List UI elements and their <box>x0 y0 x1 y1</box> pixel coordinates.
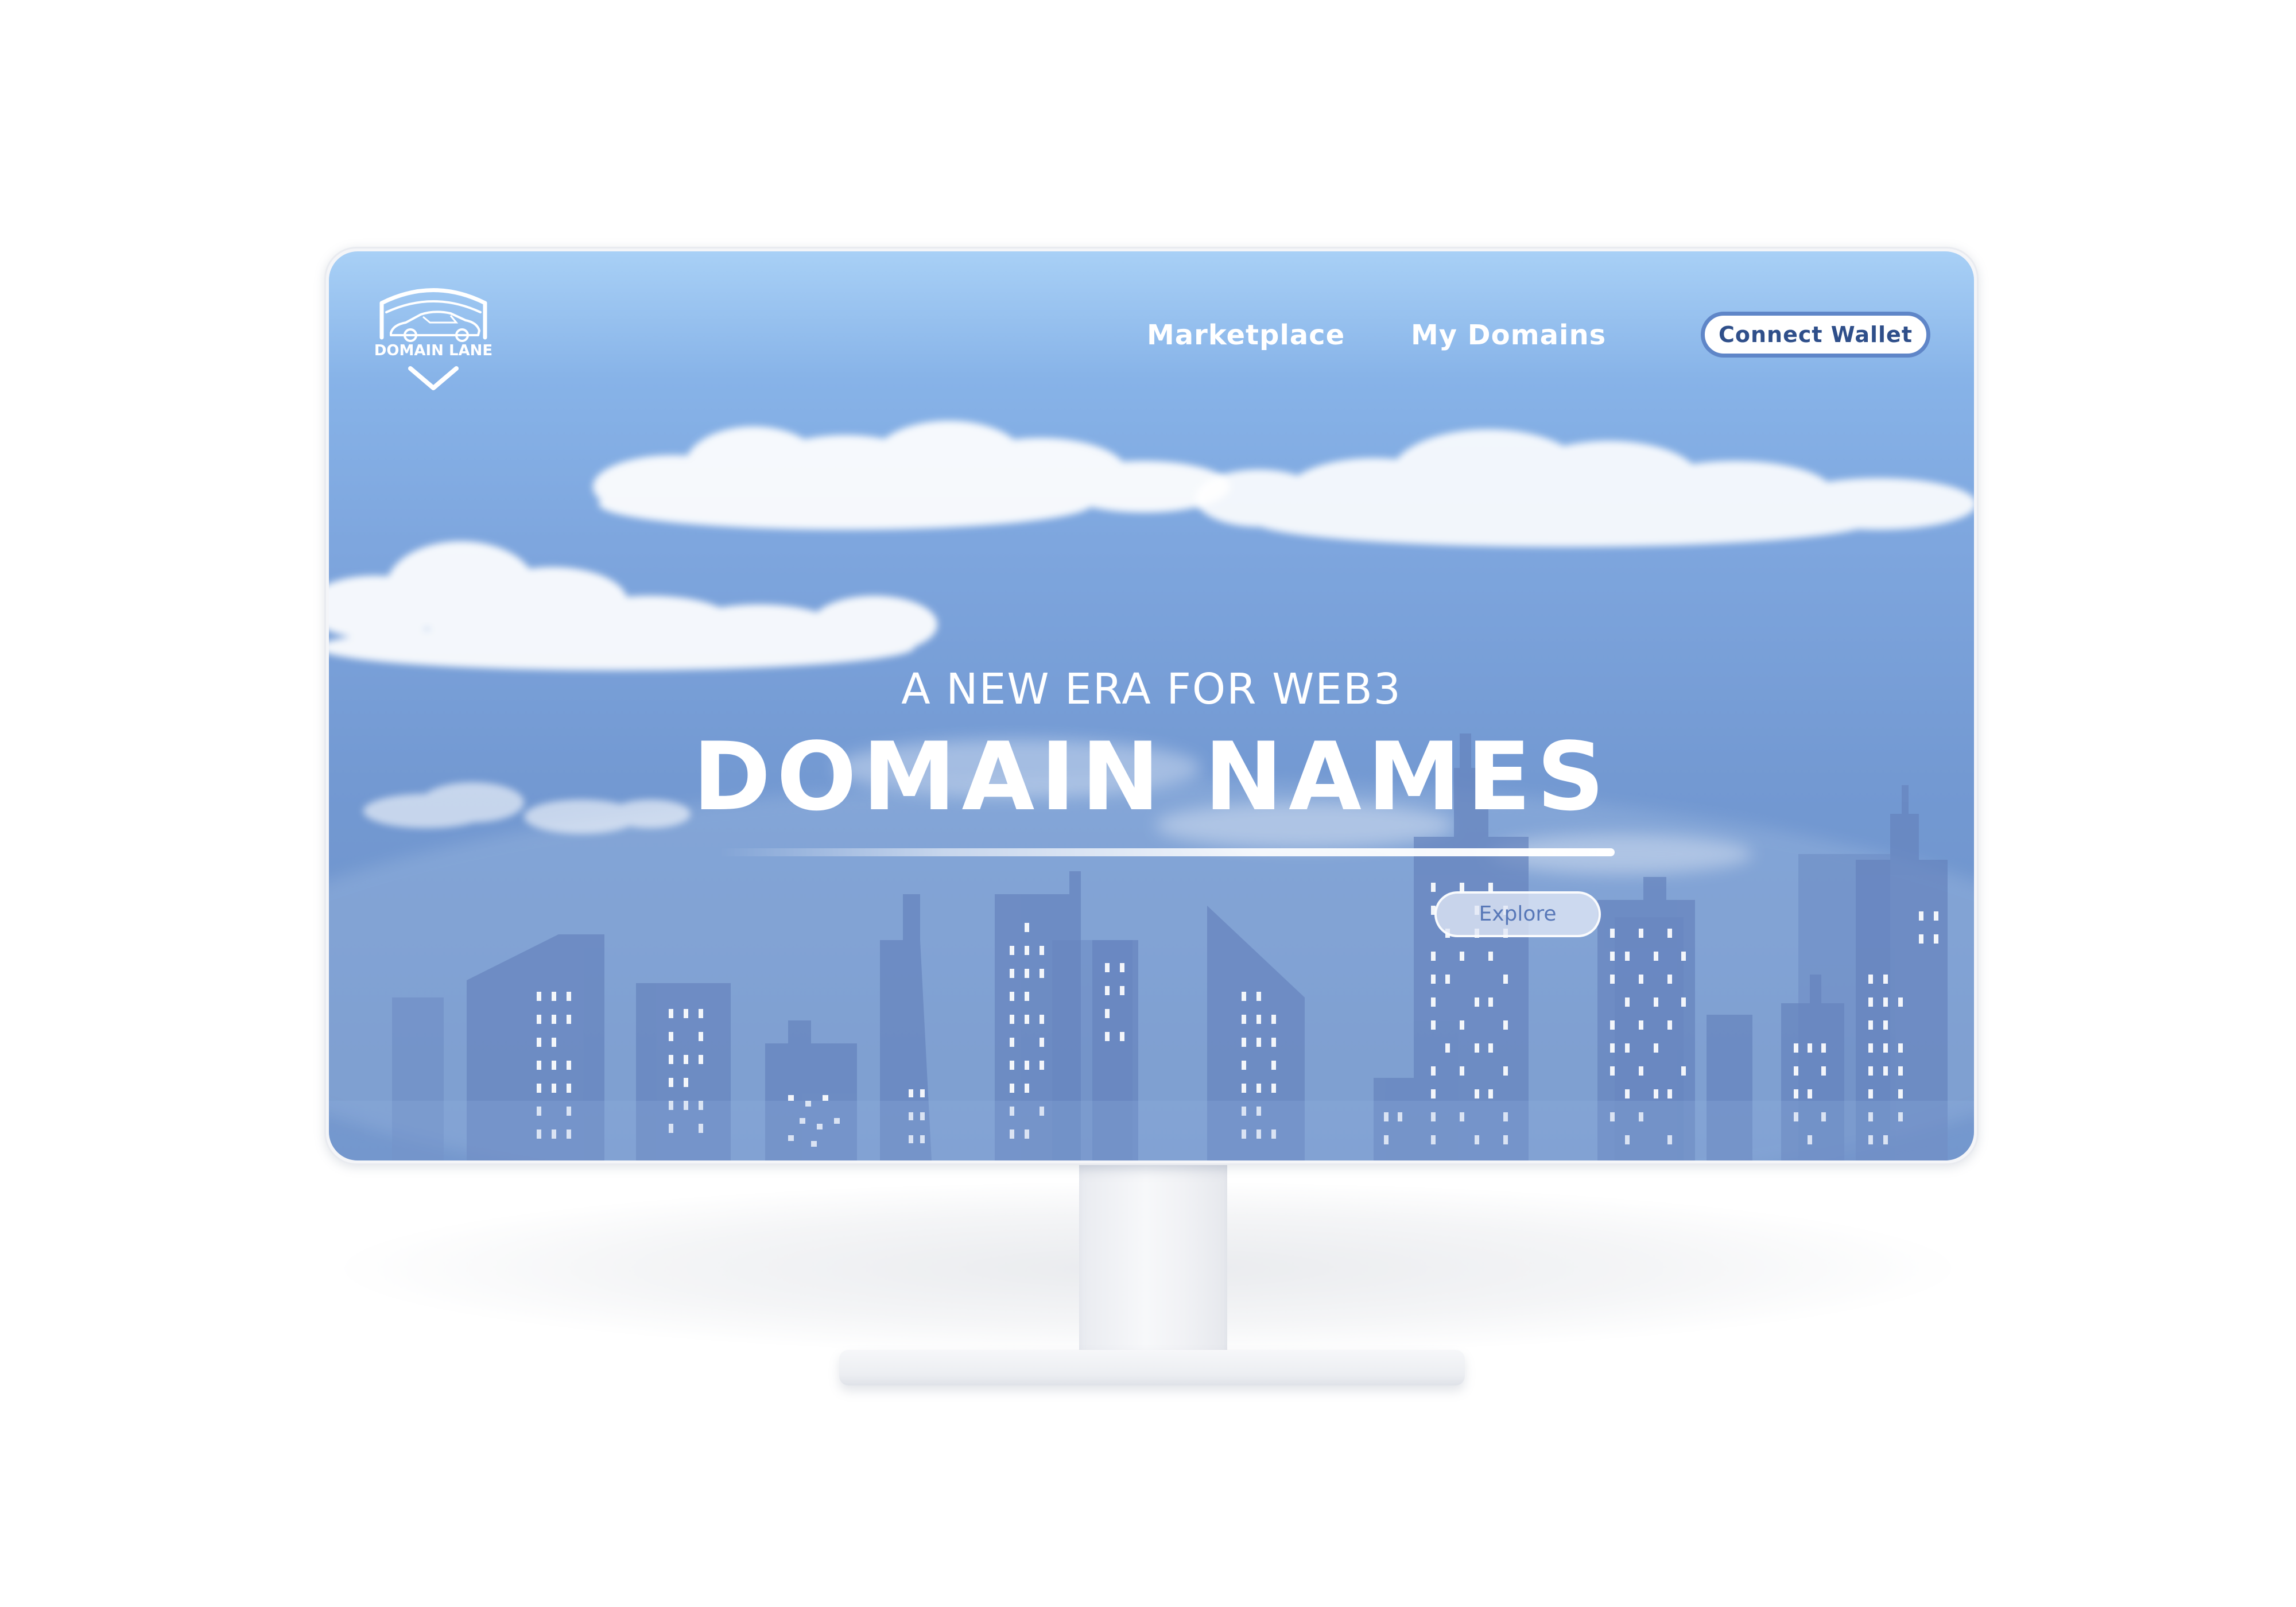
domain-lane-logo[interactable]: DOMAIN LANE <box>370 280 497 395</box>
mockup-stage: DOMAIN LANE Marketplace My Domains Conne… <box>0 0 2296 1607</box>
hero-headline: DOMAIN NAMES <box>692 722 1611 832</box>
nav-link-my-domains[interactable]: My Domains <box>1411 319 1606 351</box>
monitor-stand-base <box>839 1350 1465 1385</box>
connect-wallet-button[interactable]: Connect Wallet <box>1701 312 1930 358</box>
monitor-stand-neck <box>1079 1165 1227 1366</box>
website-screen: DOMAIN LANE Marketplace My Domains Conne… <box>329 251 1974 1160</box>
nav-link-marketplace[interactable]: Marketplace <box>1147 319 1345 351</box>
explore-button[interactable]: Explore <box>1434 891 1601 937</box>
hero-tagline: A NEW ERA FOR WEB3 <box>901 665 1402 714</box>
chevron-down-icon <box>408 366 459 390</box>
logo-text: DOMAIN LANE <box>374 342 493 359</box>
monitor-frame: DOMAIN LANE Marketplace My Domains Conne… <box>324 247 1979 1165</box>
headline-underline <box>719 848 1615 856</box>
